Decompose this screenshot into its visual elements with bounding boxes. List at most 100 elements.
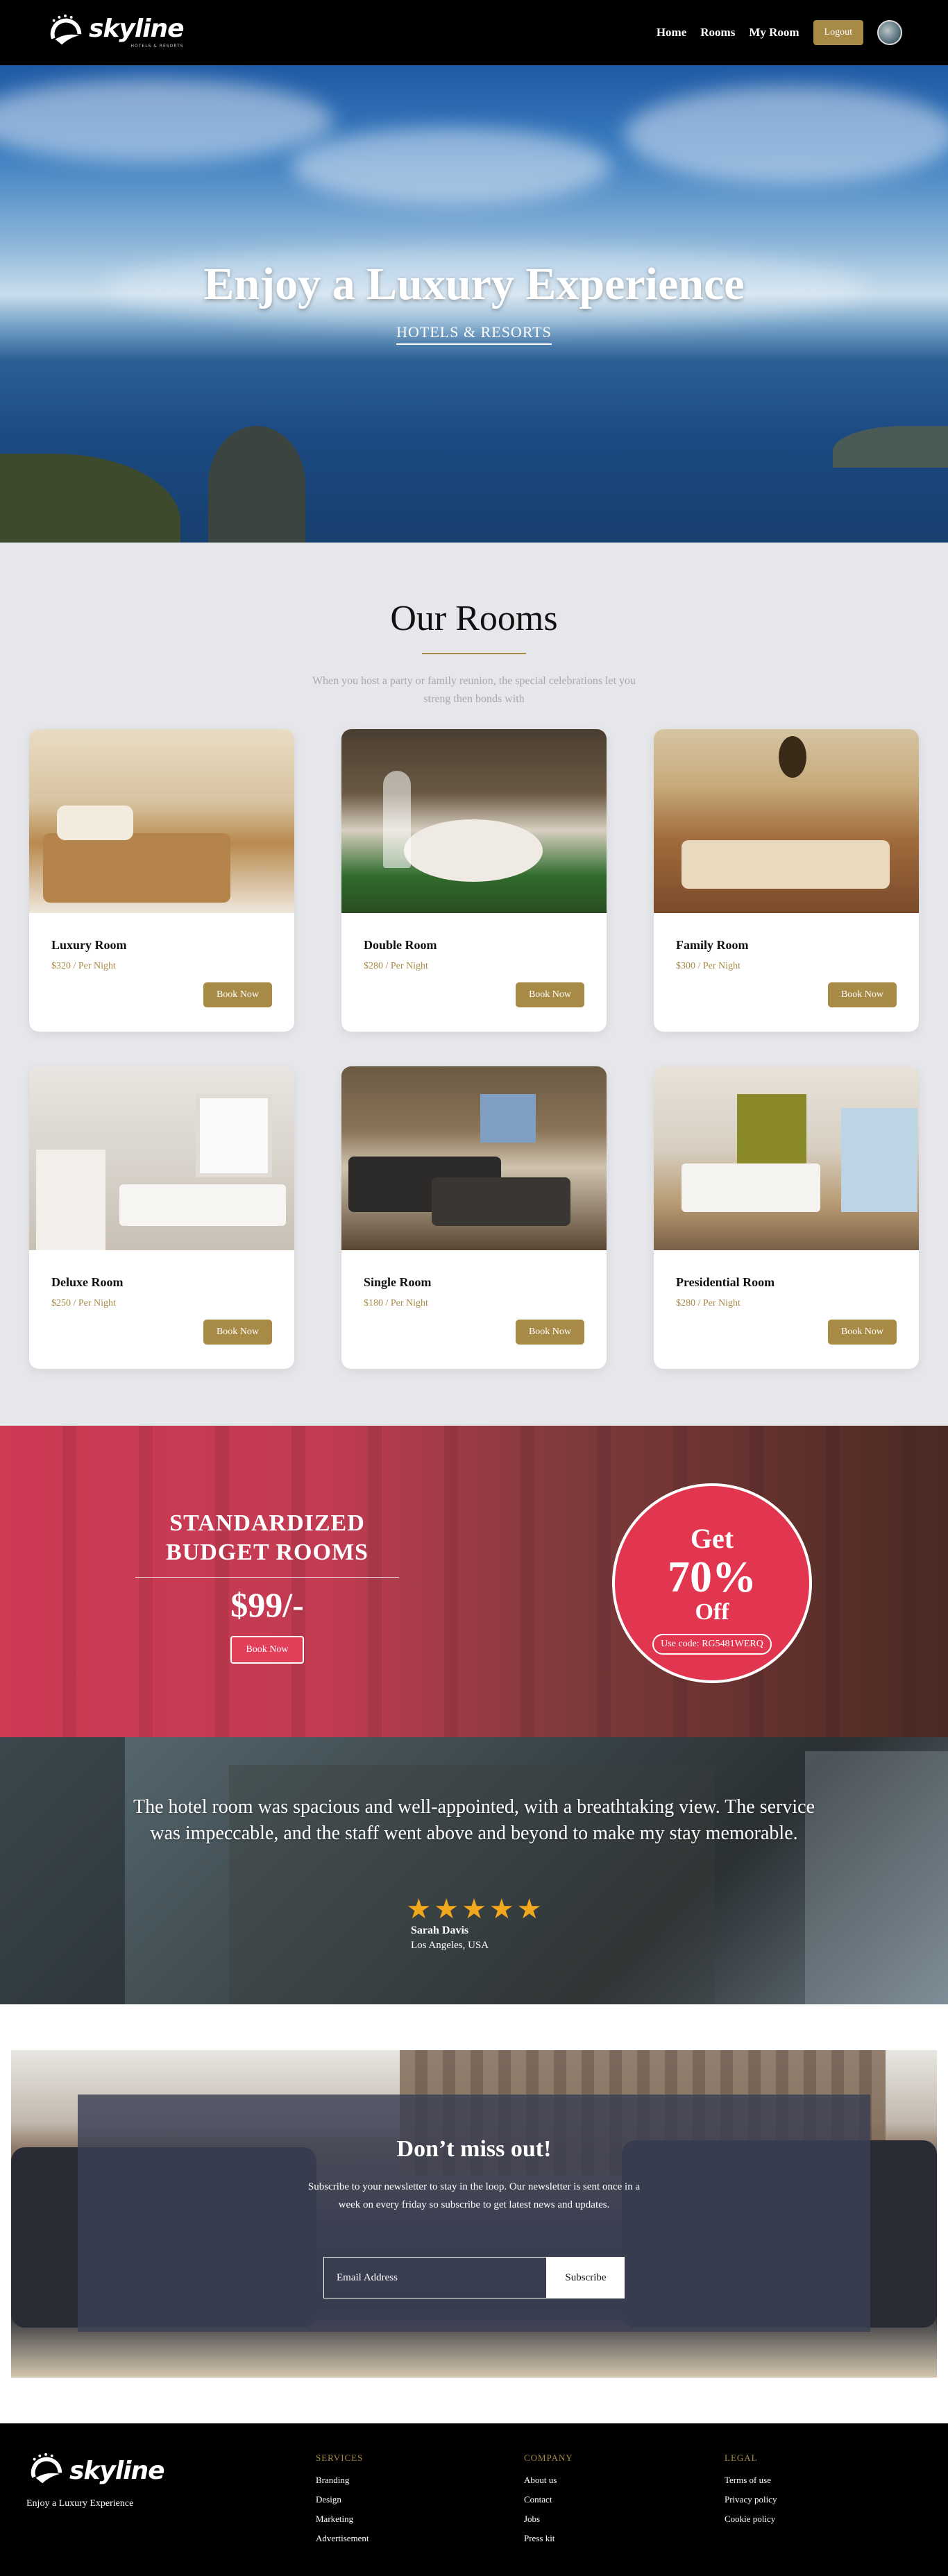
room-name: Double Room bbox=[364, 938, 437, 952]
top-navbar: skyline HOTELS & RESORTS Home Rooms My R… bbox=[0, 0, 948, 65]
rooms-title: Our Rooms bbox=[390, 599, 558, 638]
newsletter-panel: Don’t miss out! Subscribe to your newsle… bbox=[78, 2095, 870, 2332]
user-avatar[interactable] bbox=[877, 20, 902, 45]
promo-book-now-button[interactable]: Book Now bbox=[230, 1636, 304, 1664]
star-rating: ★ ★ ★ ★ ★ bbox=[0, 1895, 948, 1923]
room-name: Single Room bbox=[364, 1275, 432, 1289]
title-divider bbox=[422, 653, 526, 654]
room-grid: Luxury Room $320 / Per Night Book Now Do… bbox=[29, 729, 919, 1369]
footer-services: SERVICES Branding Design Marketing Adver… bbox=[316, 2453, 369, 2552]
footer-tagline: Enjoy a Luxury Experience bbox=[26, 2498, 134, 2509]
nav-link-my-room[interactable]: My Room bbox=[749, 26, 799, 40]
discount-off: Off bbox=[695, 1599, 729, 1625]
footer-link-design[interactable]: Design bbox=[316, 2494, 369, 2505]
promo-heading: STANDARDIZED BUDGET ROOMS bbox=[135, 1509, 399, 1567]
footer-link-about[interactable]: About us bbox=[524, 2475, 573, 2486]
footer-company-heading: COMPANY bbox=[524, 2453, 573, 2463]
room-name: Deluxe Room bbox=[51, 1275, 124, 1289]
footer-link-marketing[interactable]: Marketing bbox=[316, 2514, 369, 2525]
footer-brand-name: skyline bbox=[69, 2457, 165, 2485]
star-icon: ★ bbox=[434, 1893, 459, 1925]
book-now-button[interactable]: Book Now bbox=[827, 1320, 897, 1345]
footer-services-heading: SERVICES bbox=[316, 2453, 364, 2463]
footer-logo[interactable]: skyline bbox=[26, 2451, 165, 2491]
nav-menu: Home Rooms My Room Logout bbox=[657, 20, 902, 45]
rooms-section: Our Rooms When you host a party or famil… bbox=[0, 543, 948, 1426]
room-price: $250 / Per Night bbox=[51, 1298, 116, 1308]
room-name: Family Room bbox=[676, 938, 749, 952]
footer-link-branding[interactable]: Branding bbox=[316, 2475, 369, 2486]
footer-link-privacy[interactable]: Privacy policy bbox=[725, 2494, 777, 2505]
subscribe-button[interactable]: Subscribe bbox=[547, 2257, 625, 2298]
room-photo bbox=[341, 1066, 607, 1250]
newsletter-form: Subscribe bbox=[78, 2257, 870, 2298]
hero-cloud bbox=[291, 128, 611, 204]
skyline-logo-icon bbox=[50, 14, 82, 50]
room-price: $320 / Per Night bbox=[51, 961, 116, 971]
promo-heading-line1: STANDARDIZED bbox=[169, 1510, 365, 1536]
star-icon: ★ bbox=[489, 1893, 514, 1925]
star-icon: ★ bbox=[462, 1893, 486, 1925]
brand-subtitle: HOTELS & RESORTS bbox=[130, 44, 184, 49]
promo-divider bbox=[135, 1577, 399, 1578]
footer-link-contact[interactable]: Contact bbox=[524, 2494, 573, 2505]
room-card[interactable]: Luxury Room $320 / Per Night Book Now bbox=[29, 729, 294, 1032]
brand-logo[interactable]: skyline HOTELS & RESORTS bbox=[46, 12, 185, 53]
hero-cloud bbox=[625, 86, 948, 183]
reviewer: Sarah Davis Los Angeles, USA bbox=[411, 1925, 489, 1952]
newsletter-title: Don’t miss out! bbox=[396, 2136, 552, 2162]
room-card[interactable]: Double Room $280 / Per Night Book Now bbox=[341, 729, 607, 1032]
footer-legal-heading: LEGAL bbox=[725, 2453, 758, 2463]
book-now-button[interactable]: Book Now bbox=[515, 1320, 584, 1345]
book-now-button[interactable]: Book Now bbox=[827, 982, 897, 1007]
newsletter-text: Subscribe to your newsletter to stay in … bbox=[307, 2181, 641, 2210]
room-card[interactable]: Deluxe Room $250 / Per Night Book Now bbox=[29, 1066, 294, 1369]
room-price: $180 / Per Night bbox=[364, 1298, 428, 1308]
hero-title: Enjoy a Luxury Experience bbox=[203, 259, 745, 309]
nav-link-rooms[interactable]: Rooms bbox=[700, 26, 735, 40]
discount-get: Get bbox=[690, 1523, 734, 1554]
book-now-button[interactable]: Book Now bbox=[515, 982, 584, 1007]
book-now-button[interactable]: Book Now bbox=[203, 982, 272, 1007]
promo-price: $99/- bbox=[230, 1585, 304, 1624]
discount-badge: Get 70% Off Use code: RG5481WERQ bbox=[612, 1483, 812, 1683]
room-photo bbox=[341, 729, 607, 913]
hero-coast bbox=[833, 426, 948, 468]
hero-subtitle: HOTELS & RESORTS bbox=[396, 323, 552, 345]
footer: skyline Enjoy a Luxury Experience SERVIC… bbox=[0, 2423, 948, 2576]
footer-legal: LEGAL Terms of use Privacy policy Cookie… bbox=[725, 2453, 777, 2533]
testimonial-section: The hotel room was spacious and well-app… bbox=[0, 1737, 948, 2004]
footer-link-terms[interactable]: Terms of use bbox=[725, 2475, 777, 2486]
book-now-button[interactable]: Book Now bbox=[203, 1320, 272, 1345]
newsletter-banner: Don’t miss out! Subscribe to your newsle… bbox=[11, 2050, 937, 2378]
hero-subtitle-wrap: HOTELS & RESORTS bbox=[0, 323, 948, 345]
reviewer-name: Sarah Davis bbox=[411, 1925, 469, 1936]
footer-link-jobs[interactable]: Jobs bbox=[524, 2514, 573, 2525]
building-silhouette bbox=[805, 1751, 948, 2004]
footer-link-cookie[interactable]: Cookie policy bbox=[725, 2514, 777, 2525]
hero-banner: Enjoy a Luxury Experience HOTELS & RESOR… bbox=[0, 65, 948, 543]
hero-sea-rock bbox=[208, 426, 305, 543]
discount-percent: 70% bbox=[668, 1552, 756, 1601]
room-photo bbox=[654, 729, 919, 913]
coupon-code: Use code: RG5481WERQ bbox=[652, 1634, 772, 1655]
rooms-description: When you host a party or family reunion,… bbox=[312, 675, 636, 705]
skyline-logo-icon bbox=[31, 2453, 62, 2489]
reviewer-location: Los Angeles, USA bbox=[411, 1940, 489, 1951]
nav-link-home[interactable]: Home bbox=[657, 26, 686, 40]
building-silhouette bbox=[0, 1737, 125, 2004]
footer-company: COMPANY About us Contact Jobs Press kit bbox=[524, 2453, 573, 2552]
footer-link-press-kit[interactable]: Press kit bbox=[524, 2533, 573, 2544]
room-price: $280 / Per Night bbox=[364, 961, 428, 971]
room-photo bbox=[29, 1066, 294, 1250]
room-card[interactable]: Single Room $180 / Per Night Book Now bbox=[341, 1066, 607, 1369]
room-photo bbox=[29, 729, 294, 913]
room-card[interactable]: Family Room $300 / Per Night Book Now bbox=[654, 729, 919, 1032]
room-price: $280 / Per Night bbox=[676, 1298, 740, 1308]
footer-link-advertisement[interactable]: Advertisement bbox=[316, 2533, 369, 2544]
logout-button[interactable]: Logout bbox=[813, 20, 863, 45]
hero-trees bbox=[0, 454, 180, 543]
email-input[interactable] bbox=[323, 2257, 547, 2298]
room-card[interactable]: Presidential Room $280 / Per Night Book … bbox=[654, 1066, 919, 1369]
promo-heading-line2: BUDGET ROOMS bbox=[166, 1539, 369, 1565]
